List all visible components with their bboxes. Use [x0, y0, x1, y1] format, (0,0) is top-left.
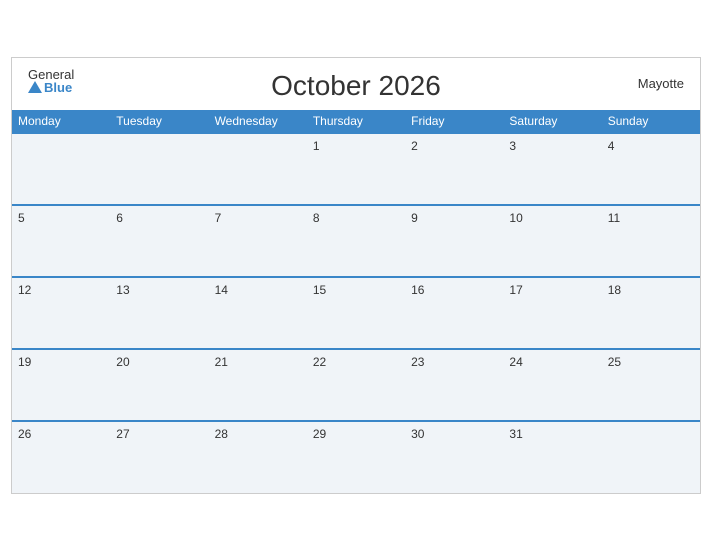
- header-thursday: Thursday: [307, 110, 405, 133]
- day-number: 6: [116, 211, 123, 225]
- calendar-day-cell: 23: [405, 349, 503, 421]
- calendar-day-cell: [209, 133, 307, 205]
- calendar-day-cell: 12: [12, 277, 110, 349]
- day-number: 19: [18, 355, 31, 369]
- day-number: 17: [509, 283, 522, 297]
- day-number: 31: [509, 427, 522, 441]
- day-number: 16: [411, 283, 424, 297]
- calendar-day-cell: [602, 421, 700, 493]
- header-tuesday: Tuesday: [110, 110, 208, 133]
- calendar-day-cell: 3: [503, 133, 601, 205]
- calendar-day-cell: 28: [209, 421, 307, 493]
- day-number: 4: [608, 139, 615, 153]
- calendar-day-cell: 7: [209, 205, 307, 277]
- day-number: 2: [411, 139, 418, 153]
- calendar-day-cell: 17: [503, 277, 601, 349]
- calendar-day-cell: 1: [307, 133, 405, 205]
- header-sunday: Sunday: [602, 110, 700, 133]
- day-number: 10: [509, 211, 522, 225]
- calendar-day-cell: 11: [602, 205, 700, 277]
- calendar-day-cell: 9: [405, 205, 503, 277]
- day-number: 7: [215, 211, 222, 225]
- calendar-title: October 2026: [271, 70, 441, 102]
- day-number: 1: [313, 139, 320, 153]
- calendar-day-cell: 31: [503, 421, 601, 493]
- day-number: 28: [215, 427, 228, 441]
- calendar-day-cell: 5: [12, 205, 110, 277]
- header-monday: Monday: [12, 110, 110, 133]
- calendar-week-row: 5 6 7 8 9 10 11: [12, 205, 700, 277]
- day-number: 30: [411, 427, 424, 441]
- day-number: 24: [509, 355, 522, 369]
- calendar-day-cell: 16: [405, 277, 503, 349]
- calendar-week-row: 26 27 28 29 30 31: [12, 421, 700, 493]
- day-number: 8: [313, 211, 320, 225]
- day-number: 12: [18, 283, 31, 297]
- day-number: 23: [411, 355, 424, 369]
- day-number: 15: [313, 283, 326, 297]
- calendar-day-cell: 6: [110, 205, 208, 277]
- calendar-day-cell: [12, 133, 110, 205]
- day-number: 22: [313, 355, 326, 369]
- calendar-week-row: 12 13 14 15 16 17 18: [12, 277, 700, 349]
- calendar-day-cell: 27: [110, 421, 208, 493]
- calendar-day-cell: 13: [110, 277, 208, 349]
- day-number: 3: [509, 139, 516, 153]
- calendar-day-cell: 18: [602, 277, 700, 349]
- day-number: 14: [215, 283, 228, 297]
- calendar-day-cell: 10: [503, 205, 601, 277]
- calendar-day-cell: 2: [405, 133, 503, 205]
- header-saturday: Saturday: [503, 110, 601, 133]
- calendar-day-cell: 14: [209, 277, 307, 349]
- calendar-day-cell: [110, 133, 208, 205]
- region-label: Mayotte: [638, 76, 684, 91]
- day-number: 26: [18, 427, 31, 441]
- calendar-day-cell: 15: [307, 277, 405, 349]
- calendar-day-cell: 22: [307, 349, 405, 421]
- calendar: General Blue October 2026 Mayotte Monday…: [11, 57, 701, 494]
- day-number: 27: [116, 427, 129, 441]
- calendar-week-row: 19 20 21 22 23 24 25: [12, 349, 700, 421]
- day-number: 9: [411, 211, 418, 225]
- calendar-day-cell: 8: [307, 205, 405, 277]
- day-number: 29: [313, 427, 326, 441]
- calendar-day-cell: 26: [12, 421, 110, 493]
- calendar-day-cell: 20: [110, 349, 208, 421]
- calendar-week-row: 1 2 3 4: [12, 133, 700, 205]
- day-number: 13: [116, 283, 129, 297]
- calendar-header: General Blue October 2026 Mayotte: [12, 58, 700, 110]
- calendar-day-cell: 25: [602, 349, 700, 421]
- logo: General Blue: [28, 68, 74, 94]
- calendar-day-cell: 19: [12, 349, 110, 421]
- calendar-table: Monday Tuesday Wednesday Thursday Friday…: [12, 110, 700, 493]
- day-number: 5: [18, 211, 25, 225]
- day-number: 11: [608, 211, 620, 225]
- logo-blue-label: Blue: [44, 81, 72, 94]
- header-wednesday: Wednesday: [209, 110, 307, 133]
- logo-triangle-icon: [28, 81, 42, 93]
- calendar-day-cell: 29: [307, 421, 405, 493]
- day-number: 18: [608, 283, 621, 297]
- calendar-day-cell: 4: [602, 133, 700, 205]
- calendar-day-cell: 30: [405, 421, 503, 493]
- day-number: 21: [215, 355, 228, 369]
- day-number: 25: [608, 355, 621, 369]
- calendar-day-cell: 21: [209, 349, 307, 421]
- weekday-header-row: Monday Tuesday Wednesday Thursday Friday…: [12, 110, 700, 133]
- logo-blue-text: Blue: [28, 81, 74, 94]
- day-number: 20: [116, 355, 129, 369]
- calendar-day-cell: 24: [503, 349, 601, 421]
- header-friday: Friday: [405, 110, 503, 133]
- logo-general-text: General: [28, 68, 74, 81]
